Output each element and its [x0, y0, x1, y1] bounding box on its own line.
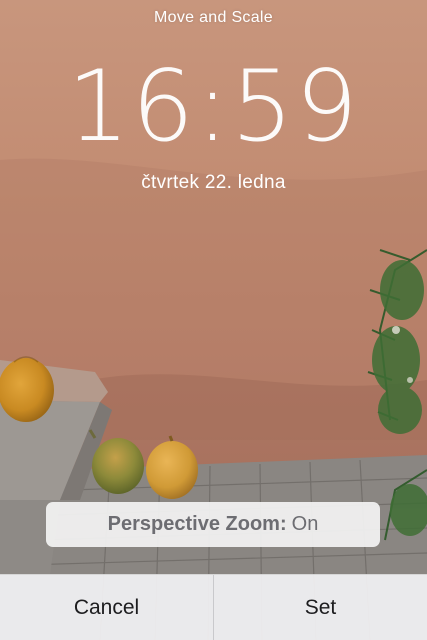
- bottom-action-bar: Cancel Set: [0, 574, 427, 640]
- set-button[interactable]: Set: [214, 575, 427, 640]
- perspective-zoom-value: On: [291, 513, 319, 535]
- lock-screen-date: čtvrtek 22. ledna: [141, 172, 286, 193]
- perspective-zoom-toggle[interactable]: Perspective Zoom : On: [46, 502, 380, 547]
- perspective-zoom-separator: :: [279, 513, 287, 535]
- cancel-button[interactable]: Cancel: [0, 575, 213, 640]
- wallpaper-preview-screen: Move and Scale 16:59 čtvrtek 22. ledna P…: [0, 0, 427, 640]
- lock-screen-time: 16:59: [67, 50, 360, 164]
- perspective-zoom-label: Perspective Zoom: [107, 513, 280, 535]
- screen-title: Move and Scale: [154, 9, 273, 26]
